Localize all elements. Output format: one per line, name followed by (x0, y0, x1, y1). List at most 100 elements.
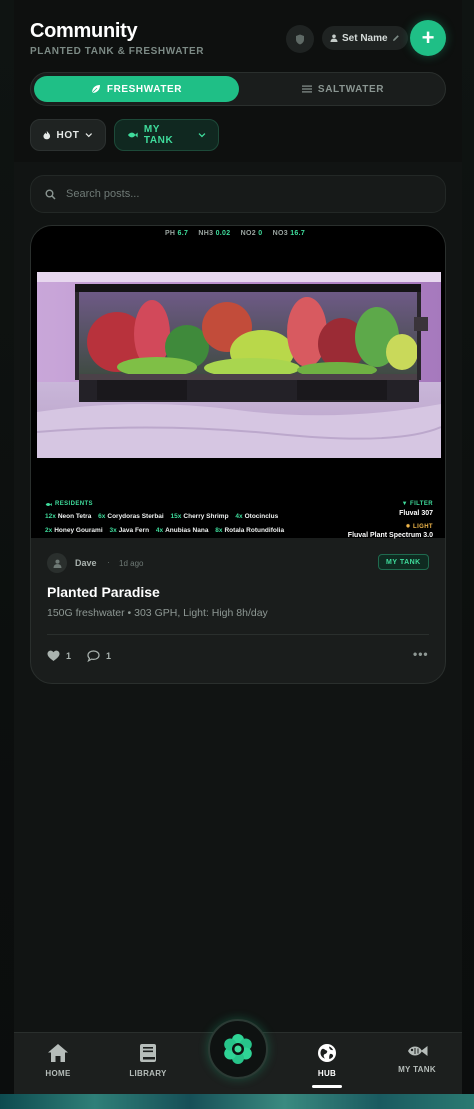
filter-my-tank-dropdown[interactable]: MY TANK (114, 119, 219, 151)
filter-heading: ▼ FILTER (402, 501, 433, 507)
resident-name: Neon Tetra (57, 513, 92, 520)
sort-hot-label: HOT (56, 129, 80, 141)
nav-home[interactable]: HOME (18, 1043, 98, 1078)
post-time: 1d ago (119, 559, 144, 568)
resident-name: Anubias Nana (165, 527, 209, 534)
param-label: PH (164, 230, 176, 237)
filter-label: FILTER (410, 501, 433, 507)
resident-name: Java Fern (118, 527, 150, 534)
like-count: 1 (66, 651, 72, 661)
search-input[interactable] (66, 188, 406, 200)
user-icon (53, 559, 61, 568)
resident-qty: 4x (155, 527, 164, 534)
water-type-toggle: FRESHWATER SALTWATER (30, 72, 446, 106)
nav-hub[interactable]: HUB (287, 1043, 367, 1078)
residents-row: 2x Honey Gourami 3x Java Fern 4x Anubias Na… (45, 527, 289, 534)
tank-photo (37, 272, 441, 458)
post-title[interactable]: Planted Paradise (47, 584, 160, 600)
light-heading: ✹ LIGHT (405, 523, 433, 530)
post-media[interactable]: PH 6.7 NH3 0.02 NO2 0 NO3 16.7 RESIDENTS… (31, 226, 445, 539)
comment-count: 1 (106, 651, 112, 661)
residents-row: 12x Neon Tetra 6x Corydoras Sterbai 15x Che… (45, 513, 283, 520)
nav-library-label: LIBRARY (129, 1069, 167, 1078)
resident-name: Honey Gourami (54, 527, 103, 534)
chevron-down-icon (85, 133, 93, 138)
post-card[interactable]: PH 6.7 NH3 0.02 NO2 0 NO3 16.7 RESIDENTS… (30, 225, 446, 684)
nav-hub-label: HUB (317, 1069, 337, 1078)
residents-label: RESIDENTS (55, 501, 93, 507)
pencil-icon (392, 35, 399, 41)
set-name-label: Set Name (342, 32, 388, 44)
waves-icon (301, 85, 312, 93)
light-value: Fluval Plant Spectrum 3.0 (347, 532, 433, 539)
filter-icon: ▼ (401, 501, 408, 507)
nav-library[interactable]: LIBRARY (108, 1043, 188, 1078)
resident-qty: 2x (45, 527, 53, 534)
plus-icon: + (421, 25, 435, 50)
background-strip (0, 1094, 474, 1109)
light-label: LIGHT (413, 524, 433, 530)
center-action-button[interactable] (208, 1019, 268, 1079)
tab-saltwater-label: SALTWATER (317, 83, 385, 95)
param-value: 6.7 (177, 230, 189, 237)
avatar[interactable] (47, 553, 67, 573)
tab-freshwater-label: FRESHWATER (106, 83, 183, 95)
nav-home-label: HOME (45, 1069, 71, 1078)
filter-my-tank-label: MY TANK (143, 124, 174, 146)
tab-freshwater[interactable]: FRESHWATER (34, 76, 239, 102)
page-title: Community (30, 20, 138, 42)
resident-name: Cherry Shrimp (183, 513, 229, 520)
header: Community PLANTED TANK & FRESHWATER Set … (14, 0, 462, 162)
divider (47, 634, 429, 635)
privacy-button[interactable] (286, 25, 314, 53)
book-icon (140, 1044, 156, 1062)
leaf-icon (91, 85, 100, 94)
nav-my-tank[interactable]: MY TANK (377, 1043, 457, 1074)
active-tab-indicator (312, 1085, 342, 1088)
home-icon (48, 1044, 68, 1062)
sun-icon: ✹ (405, 524, 411, 530)
my-tank-badge: MY TANK (378, 554, 429, 570)
filter-value: Fluval 307 (399, 510, 433, 517)
resident-qty: 8x (215, 527, 223, 534)
nav-my-tank-label: MY TANK (398, 1065, 436, 1074)
user-icon (330, 34, 338, 42)
fish-icon (45, 502, 52, 506)
post-author[interactable]: Dave (75, 558, 97, 568)
separator-dot: · (107, 557, 110, 567)
resident-name: Rotala Rotundifolia (224, 527, 285, 534)
heart-icon (47, 650, 60, 661)
chevron-down-icon (198, 133, 206, 138)
globe-icon (318, 1044, 336, 1062)
residents-heading: RESIDENTS (45, 501, 93, 507)
comment-icon (87, 650, 100, 662)
search-bar (30, 175, 446, 213)
param-label: NO2 (240, 230, 256, 237)
param-label: NO3 (272, 230, 288, 237)
resident-qty: 4x (235, 513, 243, 520)
tab-saltwater[interactable]: SALTWATER (243, 76, 443, 102)
shield-icon (296, 34, 304, 44)
fish-icon (408, 1046, 428, 1056)
add-post-button[interactable]: + (410, 20, 446, 56)
more-options-icon[interactable]: ••• (413, 647, 429, 661)
param-label: NH3 (198, 230, 214, 237)
param-value: 0 (258, 230, 263, 237)
post-description: 150G freshwater • 303 GPH, Light: High 8… (47, 607, 268, 619)
flame-icon (43, 130, 51, 140)
resident-qty: 15x (170, 513, 182, 520)
sort-hot-dropdown[interactable]: HOT (30, 119, 106, 151)
set-name-button[interactable]: Set Name (322, 26, 408, 50)
resident-name: Otocinclus (244, 513, 279, 520)
like-button[interactable]: 1 (47, 650, 71, 662)
water-params: PH 6.7 NH3 0.02 NO2 0 NO3 16.7 (31, 230, 445, 237)
resident-qty: 3x (109, 527, 117, 534)
resident-qty: 12x (45, 513, 56, 520)
comment-button[interactable]: 1 (87, 650, 111, 662)
fish-icon (127, 132, 138, 138)
param-value: 0.02 (215, 230, 231, 237)
page-subtitle: PLANTED TANK & FRESHWATER (30, 46, 205, 57)
flower-logo-icon (224, 1034, 252, 1064)
resident-qty: 6x (98, 513, 106, 520)
param-value: 16.7 (290, 230, 306, 237)
